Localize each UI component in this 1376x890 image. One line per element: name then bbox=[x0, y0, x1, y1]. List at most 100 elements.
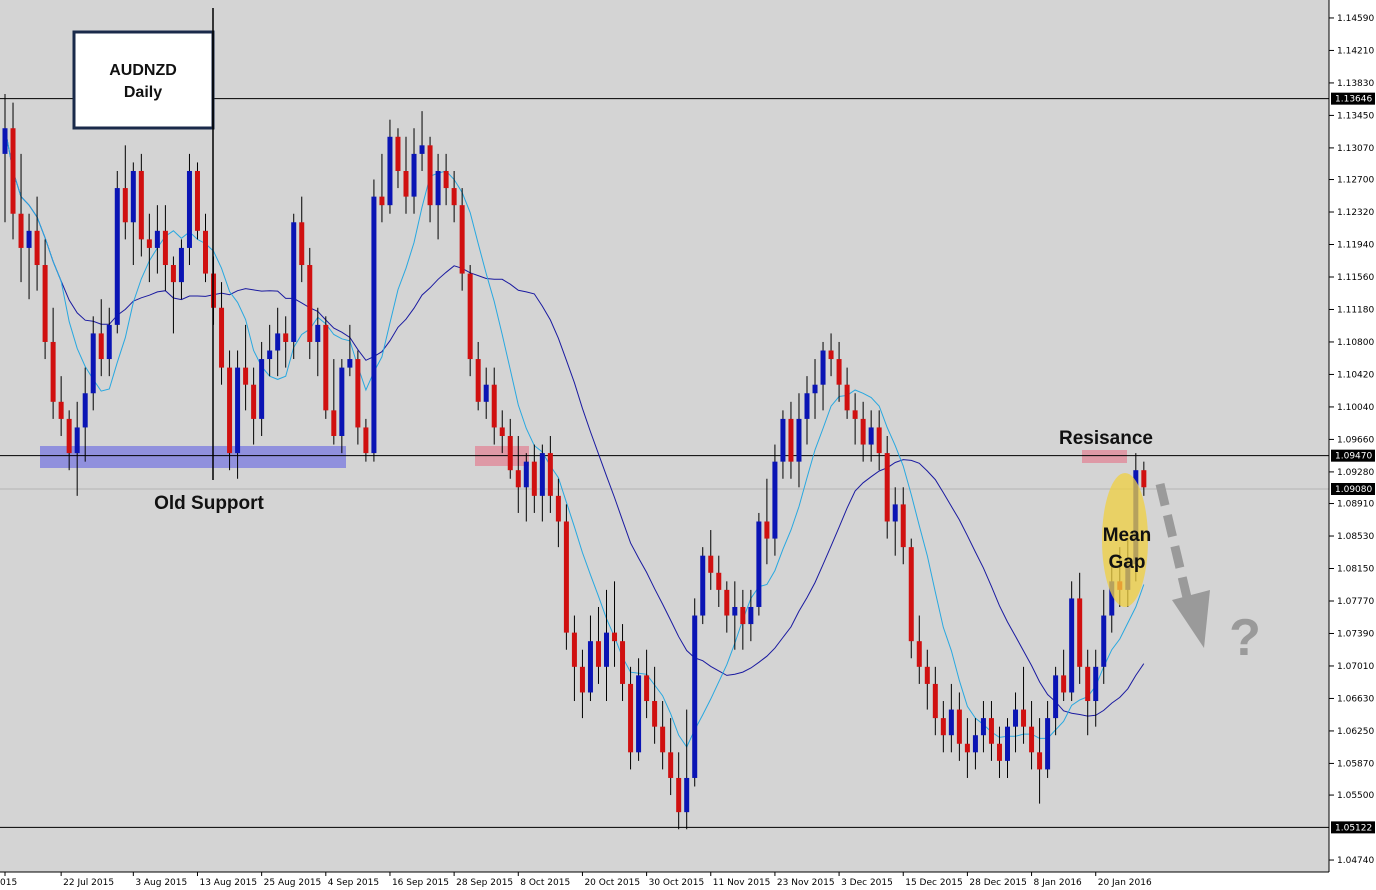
candle-body bbox=[764, 521, 770, 539]
candle-body bbox=[194, 170, 200, 231]
price-tick-label: 1.06630 bbox=[1337, 694, 1374, 704]
candle-body bbox=[1053, 675, 1059, 719]
price-tick-label: 1.04740 bbox=[1337, 856, 1374, 866]
candle-body bbox=[235, 367, 241, 454]
candle-body bbox=[251, 384, 257, 419]
time-tick-label: 3 Dec 2015 bbox=[841, 878, 893, 888]
price-tick-label: 1.08150 bbox=[1337, 565, 1374, 575]
candle-body bbox=[1085, 666, 1091, 702]
question-mark: ? bbox=[1229, 609, 1261, 667]
gap-label: Gap bbox=[1109, 552, 1146, 573]
price-tick-label: 1.09280 bbox=[1337, 468, 1374, 478]
candle-body bbox=[908, 547, 914, 642]
candle-body bbox=[379, 196, 385, 206]
candle-body bbox=[299, 222, 305, 266]
candle-body bbox=[363, 427, 369, 454]
candle-body bbox=[828, 350, 834, 360]
candle-body bbox=[836, 359, 842, 385]
candle-body bbox=[876, 427, 882, 454]
chart-window: AUDNZD Daily Old Support Resisance Mean … bbox=[0, 0, 1376, 890]
chart-timeframe: Daily bbox=[124, 84, 162, 101]
candle-body bbox=[692, 615, 698, 778]
candle-body bbox=[555, 495, 561, 522]
candle-body bbox=[331, 410, 337, 436]
price-tick-label: 1.10420 bbox=[1337, 370, 1374, 380]
candle-body bbox=[1077, 598, 1083, 667]
candle-body bbox=[587, 641, 593, 693]
candle-body bbox=[34, 230, 40, 266]
candle-body bbox=[499, 427, 505, 436]
price-tick-label: 1.11180 bbox=[1337, 305, 1374, 315]
candle-body bbox=[1037, 752, 1043, 770]
candle-body bbox=[563, 521, 569, 633]
candle-body bbox=[804, 393, 810, 419]
candle-body bbox=[980, 718, 986, 736]
candle-body bbox=[892, 504, 898, 522]
time-tick-label: 8 Jan 2016 bbox=[1034, 878, 1082, 888]
price-tick-label: 1.07770 bbox=[1337, 597, 1374, 607]
candle-body bbox=[451, 188, 457, 206]
candle-body bbox=[820, 350, 826, 385]
candle-body bbox=[860, 418, 866, 445]
candle-body bbox=[339, 367, 345, 436]
candle-body bbox=[756, 521, 762, 607]
candle-body bbox=[2, 128, 8, 154]
candle-body bbox=[740, 606, 746, 625]
candle-body bbox=[515, 470, 521, 488]
candle-body bbox=[788, 418, 794, 462]
support-zone bbox=[40, 446, 346, 468]
candle-body bbox=[1141, 470, 1147, 488]
candle-body bbox=[716, 572, 722, 590]
candle-body bbox=[796, 418, 802, 462]
candle-body bbox=[539, 453, 545, 496]
time-tick-label: 28 Sep 2015 bbox=[456, 878, 513, 888]
candle-body bbox=[547, 453, 553, 496]
price-tick-label: 1.08530 bbox=[1337, 532, 1374, 542]
time-tick-label: 015 bbox=[0, 878, 17, 888]
candle-body bbox=[467, 273, 473, 360]
candle-body bbox=[411, 153, 417, 197]
candle-body bbox=[178, 247, 184, 283]
candle-body bbox=[932, 683, 938, 719]
candle-body bbox=[1093, 666, 1099, 702]
candle-body bbox=[443, 170, 449, 189]
price-tag-label: 1.13646 bbox=[1335, 95, 1372, 105]
price-tick-label: 1.07010 bbox=[1337, 662, 1374, 672]
price-tick-label: 1.08910 bbox=[1337, 500, 1374, 510]
price-tick-label: 1.12320 bbox=[1337, 208, 1374, 218]
candle-body bbox=[844, 384, 850, 411]
candle-body bbox=[948, 709, 954, 736]
price-tick-label: 1.05870 bbox=[1337, 759, 1374, 769]
candle-body bbox=[42, 265, 48, 342]
candle-body bbox=[732, 606, 738, 616]
old-support-label: Old Support bbox=[154, 493, 264, 514]
time-tick-label: 22 Jul 2015 bbox=[63, 878, 114, 888]
price-tick-label: 1.14210 bbox=[1337, 46, 1374, 56]
candle-body bbox=[1069, 598, 1075, 693]
candle-body bbox=[170, 265, 176, 283]
candle-body bbox=[259, 359, 265, 419]
candle-body bbox=[18, 213, 24, 248]
candle-body bbox=[604, 632, 609, 667]
candle-body bbox=[628, 683, 634, 753]
candle-body bbox=[275, 333, 281, 351]
candle-body bbox=[507, 436, 513, 471]
candle-body bbox=[988, 718, 994, 744]
candle-body bbox=[1061, 675, 1067, 693]
time-tick-label: 28 Dec 2015 bbox=[969, 878, 1027, 888]
candle-body bbox=[1101, 615, 1107, 667]
candle-body bbox=[82, 393, 88, 428]
price-tick-label: 1.12700 bbox=[1337, 176, 1374, 186]
candle-body bbox=[620, 641, 626, 684]
candle-body bbox=[668, 752, 674, 778]
candle-body bbox=[1021, 709, 1027, 727]
title-box bbox=[72, 30, 215, 130]
price-tick-label: 1.06250 bbox=[1337, 727, 1374, 737]
price-tick-label: 1.10800 bbox=[1337, 338, 1374, 348]
candle-body bbox=[130, 170, 136, 223]
candle-body bbox=[700, 555, 706, 616]
candle-body bbox=[66, 418, 72, 454]
candle-body bbox=[916, 641, 922, 667]
resistance-zone-current bbox=[1082, 450, 1127, 463]
candle-body bbox=[427, 145, 433, 206]
